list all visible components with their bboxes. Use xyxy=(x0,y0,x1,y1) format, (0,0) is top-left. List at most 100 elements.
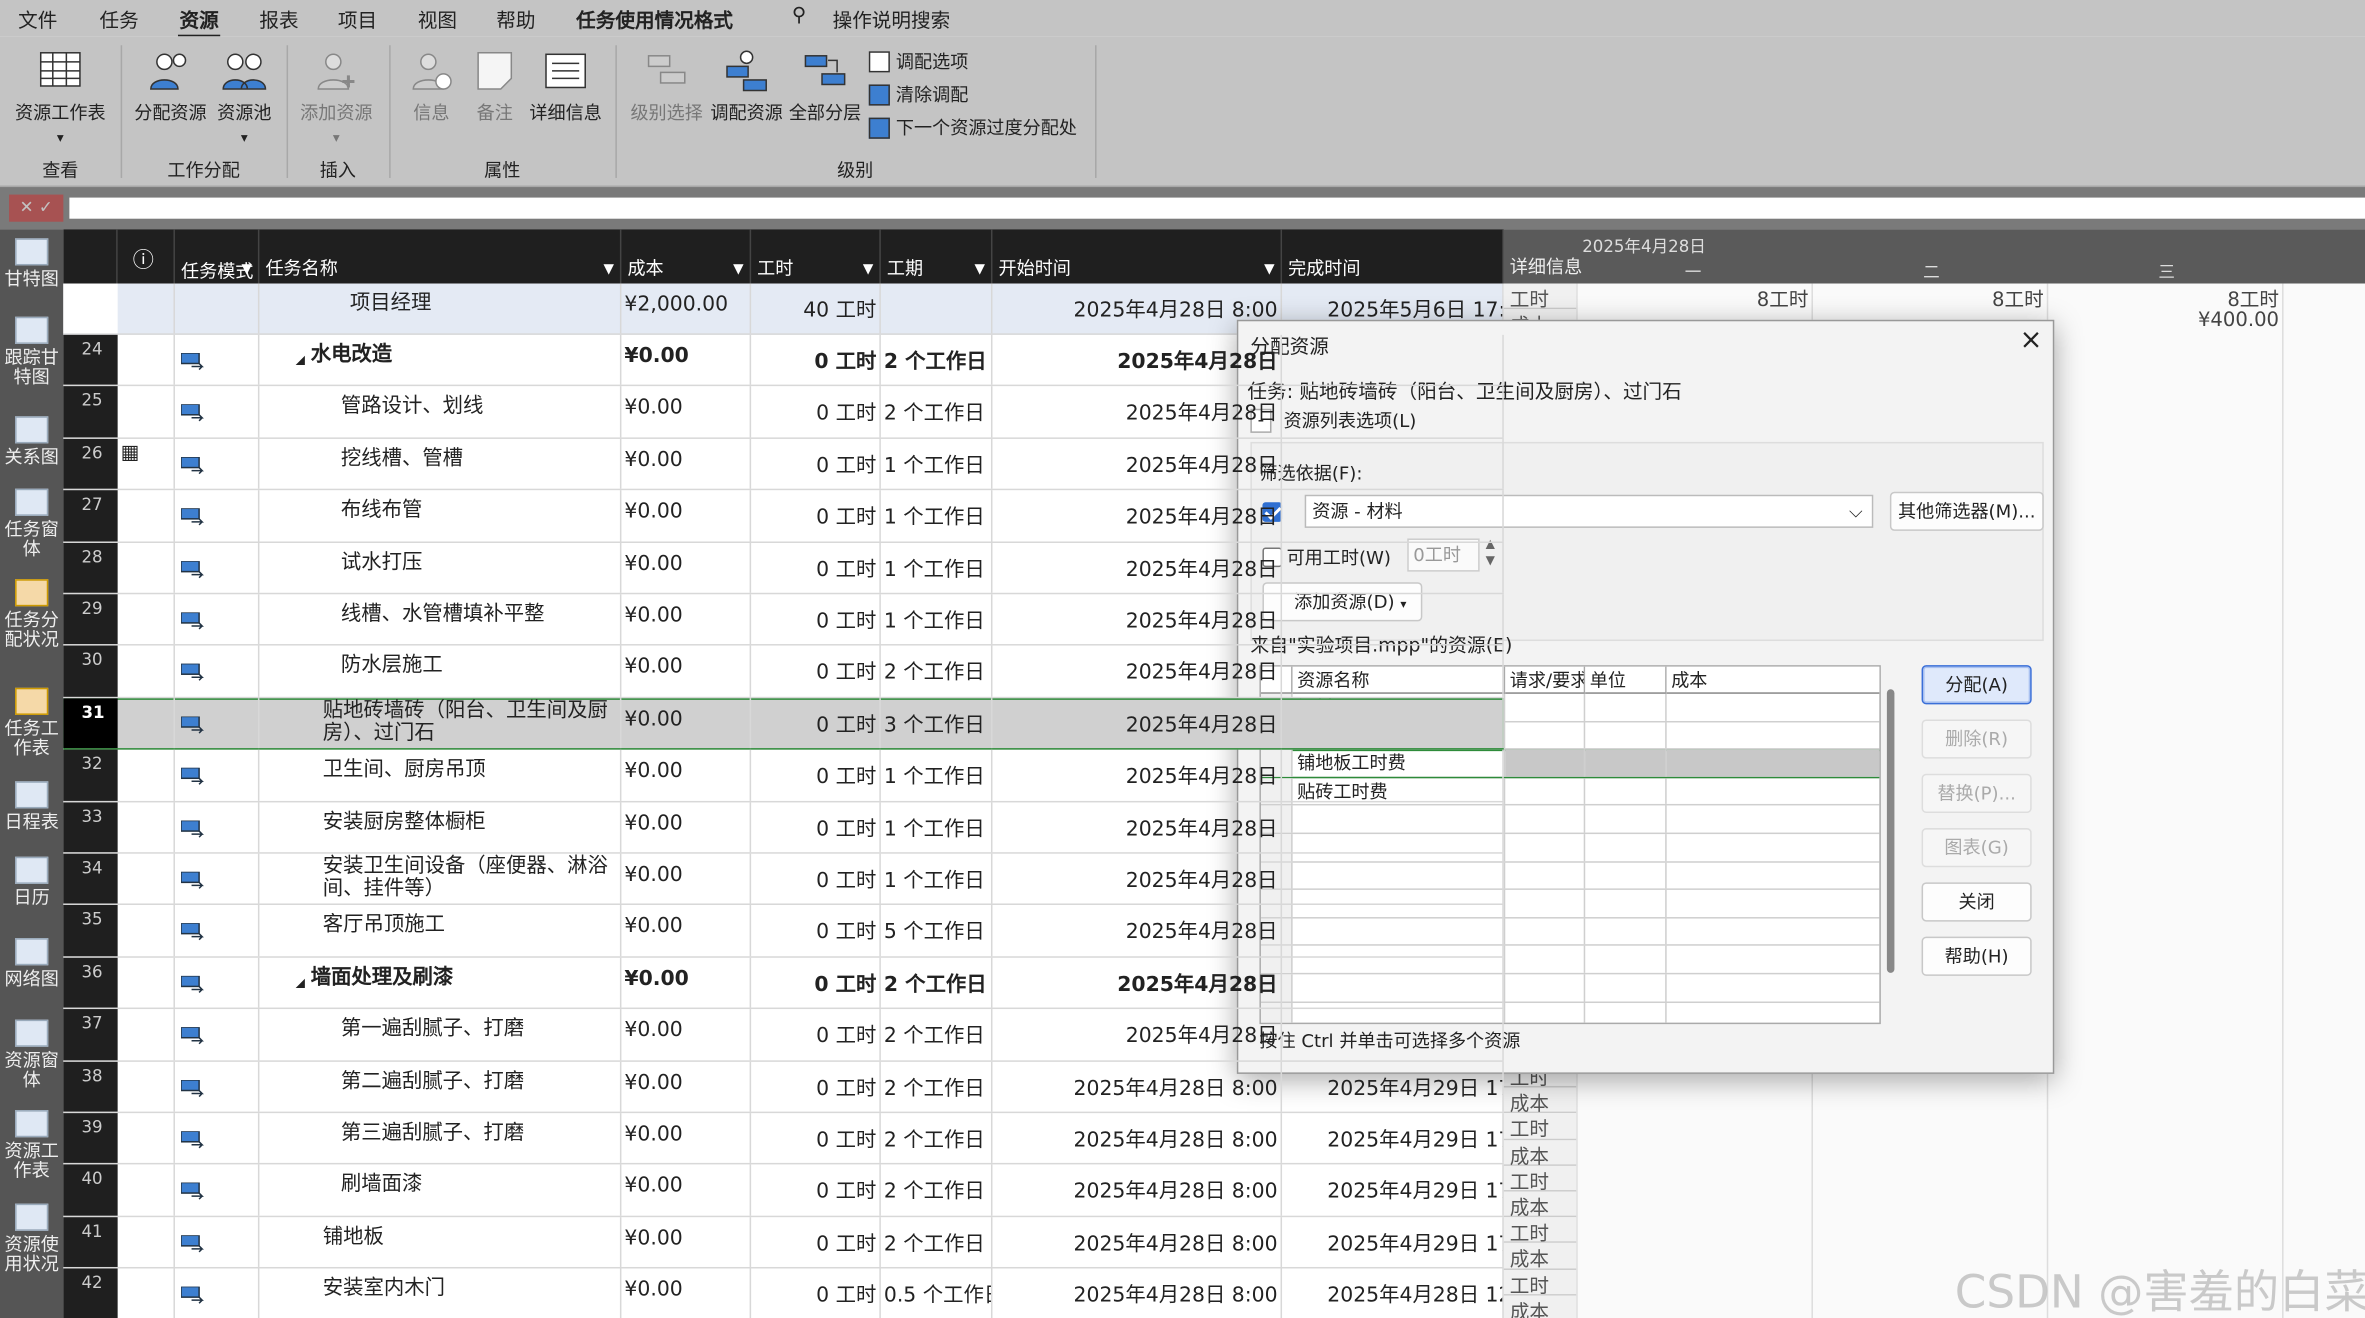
row-id[interactable]: 36 xyxy=(63,957,118,1008)
row-id-header[interactable] xyxy=(63,229,118,284)
task-mode-cell[interactable] xyxy=(175,334,260,386)
row-id[interactable]: 39 xyxy=(63,1113,118,1164)
task-mode-cell[interactable] xyxy=(175,1113,260,1164)
task-row[interactable]: 41 铺地板 ¥0.00 0 工时 2 个工作日 2025年4月28日 8:00 2025年… xyxy=(63,1216,1504,1269)
cancel-entry-icon[interactable]: ✕ ✓ xyxy=(9,194,64,222)
row-id[interactable]: 26 xyxy=(63,438,118,489)
work-cell[interactable]: 0 工时 xyxy=(751,438,881,489)
task-mode-cell[interactable] xyxy=(175,438,260,489)
work-cell[interactable]: 0 工时 xyxy=(751,749,881,801)
request-cell[interactable] xyxy=(1505,890,1586,917)
work-cell[interactable]: 0 工时 xyxy=(751,698,881,749)
start-cell[interactable]: 2025年4月28日 8:00 xyxy=(992,1268,1283,1318)
task-name-cell[interactable]: 刷墙面漆 xyxy=(259,1164,622,1216)
task-mode-cell[interactable] xyxy=(175,905,260,956)
start-cell[interactable]: 2025年4月28日 xyxy=(992,438,1283,489)
units-cell[interactable] xyxy=(1585,946,1667,973)
finish-cell[interactable] xyxy=(1282,801,1504,853)
cost-cell[interactable]: ¥0.00 xyxy=(621,1268,752,1318)
cost-cell[interactable]: ¥0.00 xyxy=(621,749,752,801)
view-2[interactable]: 关系图 xyxy=(0,416,63,467)
work-cell[interactable]: 0 工时 xyxy=(751,334,881,386)
task-mode-cell[interactable] xyxy=(175,1061,260,1112)
row-id[interactable]: 34 xyxy=(63,853,118,905)
work-cell[interactable]: 0 工时 xyxy=(751,1164,881,1216)
duration-cell[interactable]: 2 个工作日 xyxy=(881,386,993,438)
resource-cost-cell[interactable] xyxy=(1667,918,1880,945)
task-name-cell[interactable]: 卫生间、厨房吊顶 xyxy=(259,749,622,801)
finish-cell[interactable]: 2025年4月29日 17: xyxy=(1282,1216,1504,1268)
task-name-cell[interactable]: 管路设计、划线 xyxy=(259,386,622,438)
view-4[interactable]: 任务分配状况 xyxy=(0,579,63,650)
details-button[interactable]: 详细信息 xyxy=(525,48,606,125)
cost-cell[interactable]: ¥0.00 xyxy=(621,542,752,593)
units-cell[interactable] xyxy=(1585,721,1667,749)
row-id[interactable]: 35 xyxy=(63,905,118,956)
cost-cell[interactable]: ¥0.00 xyxy=(621,1113,752,1164)
task-row[interactable]: 25 管路设计、划线 ¥0.00 0 工时 2 个工作日 2025年4月28日 xyxy=(63,386,1504,439)
work-cell[interactable]: 0 工时 xyxy=(751,594,881,645)
resource-cost-cell[interactable] xyxy=(1667,806,1880,833)
units-cell[interactable] xyxy=(1585,777,1667,805)
column-header-duration[interactable]: 工期 ▼ xyxy=(881,229,993,284)
task-row[interactable]: 31 贴地砖墙砖（阳台、卫生间及厨房）、过门石 ¥0.00 0 工时 3 个工作日 202… xyxy=(63,698,1504,750)
menu-task[interactable]: 任务 xyxy=(100,5,139,34)
task-mode-cell[interactable] xyxy=(175,594,260,645)
close-icon[interactable]: × xyxy=(2020,324,2043,356)
view-11[interactable]: 资源使用状况 xyxy=(0,1203,63,1275)
view-3[interactable]: 任务窗体 xyxy=(0,488,63,560)
row-id[interactable]: 41 xyxy=(63,1216,118,1268)
row-id[interactable]: 38 xyxy=(63,1061,118,1112)
start-cell[interactable]: 2025年4月28日 xyxy=(992,957,1283,1008)
start-cell[interactable]: 2025年4月28日 8:00 xyxy=(992,1164,1283,1216)
cost-cell[interactable]: ¥0.00 xyxy=(621,905,752,956)
start-cell[interactable]: 2025年4月28日 xyxy=(992,646,1283,697)
start-cell[interactable]: 2025年4月28日 8:00 xyxy=(992,1113,1283,1164)
finish-cell[interactable] xyxy=(1282,490,1504,541)
finish-cell[interactable] xyxy=(1282,334,1504,386)
cost-cell[interactable]: ¥0.00 xyxy=(621,594,752,645)
start-cell[interactable]: 2025年4月28日 xyxy=(992,853,1283,905)
task-mode-cell[interactable] xyxy=(175,749,260,801)
duration-cell[interactable]: 2 个工作日 xyxy=(881,1061,993,1112)
duration-cell[interactable]: 1 个工作日 xyxy=(881,853,993,905)
units-cell[interactable] xyxy=(1585,974,1667,1001)
work-cell[interactable]: 0 工时 xyxy=(751,1113,881,1164)
duration-cell[interactable]: 2 个工作日 xyxy=(881,334,993,386)
column-header-finish[interactable]: 完成时间 xyxy=(1282,229,1504,284)
row-id[interactable]: 28 xyxy=(63,542,118,593)
tell-me-search[interactable]: 操作说明搜索 xyxy=(833,5,951,34)
collapse-icon[interactable]: ◢ xyxy=(296,971,305,994)
menu-report[interactable]: 报表 xyxy=(259,5,298,34)
start-cell[interactable]: 2025年4月28日 xyxy=(992,698,1283,749)
view-7[interactable]: 日历 xyxy=(0,856,63,908)
resource-cost-cell[interactable] xyxy=(1667,974,1880,1001)
task-row[interactable]: 30 防水层施工 ¥0.00 0 工时 2 个工作日 2025年4月28日 xyxy=(63,646,1504,699)
request-cell[interactable] xyxy=(1505,834,1586,861)
task-name-cell[interactable]: 贴地砖墙砖（阳台、卫生间及厨房）、过门石 xyxy=(259,698,622,749)
column-header-start[interactable]: 开始时间 ▼ xyxy=(992,229,1283,284)
finish-cell[interactable]: 2025年4月29日 17: xyxy=(1282,1113,1504,1164)
menu-resource[interactable]: 资源 xyxy=(177,5,221,40)
task-row[interactable]: 29 线槽、水管槽填补平整 ¥0.00 0 工时 1 个工作日 2025年4月28日 xyxy=(63,594,1504,647)
duration-cell[interactable]: 2 个工作日 xyxy=(881,957,993,1008)
task-mode-cell[interactable] xyxy=(175,1268,260,1318)
start-cell[interactable]: 2025年4月28日 xyxy=(992,542,1283,593)
grid-scrollbar[interactable] xyxy=(1886,689,1895,973)
units-cell[interactable] xyxy=(1585,1002,1667,1023)
collapse-icon[interactable]: ◢ xyxy=(296,348,305,371)
menu-view[interactable]: 视图 xyxy=(418,5,457,34)
row-id[interactable]: 42 xyxy=(63,1268,118,1318)
finish-cell[interactable] xyxy=(1282,438,1504,489)
request-cell[interactable] xyxy=(1505,862,1586,889)
finish-cell[interactable] xyxy=(1282,905,1504,956)
column-header-cost[interactable]: 成本 ▼ xyxy=(621,229,752,284)
menu-help[interactable]: 帮助 xyxy=(496,5,535,34)
duration-cell[interactable]: 1 个工作日 xyxy=(881,438,993,489)
request-cell[interactable] xyxy=(1505,721,1586,749)
request-cell[interactable] xyxy=(1505,777,1586,805)
work-cell[interactable]: 0 工时 xyxy=(751,801,881,853)
view-9[interactable]: 资源窗体 xyxy=(0,1019,63,1091)
cost-cell[interactable]: ¥0.00 xyxy=(621,646,752,697)
task-name-cell[interactable]: ◢ 墙面处理及刷漆 xyxy=(259,957,622,1008)
